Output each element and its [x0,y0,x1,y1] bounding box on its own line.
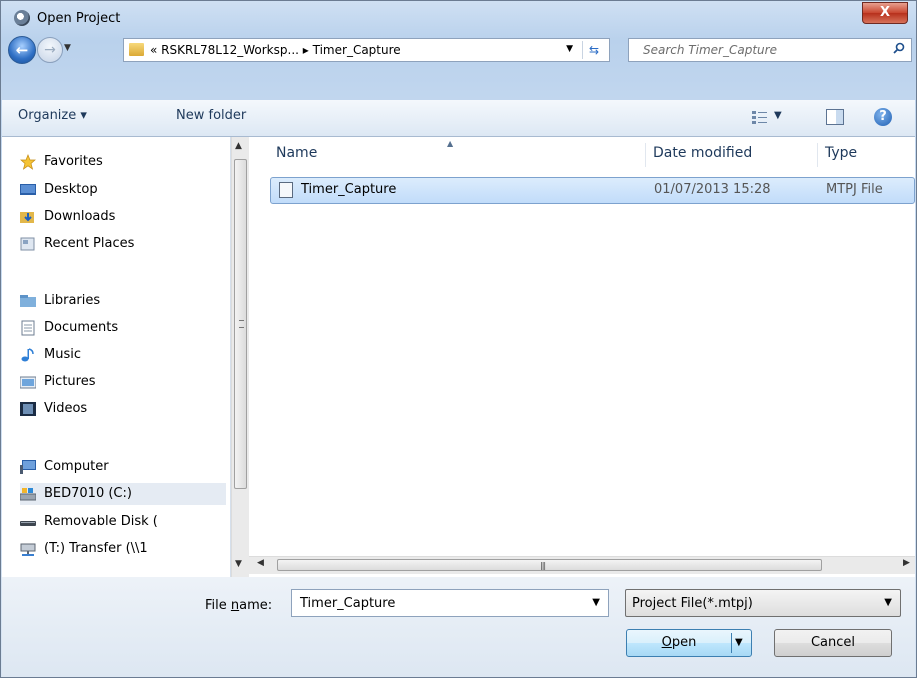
mtpj-file-icon [279,182,293,198]
preview-pane-button[interactable] [826,109,844,128]
nav-vertical-scrollbar[interactable]: ▲ ▼ [231,137,249,577]
nav-pictures-label: Pictures [44,374,96,389]
column-divider[interactable] [645,143,646,167]
nav-removable-disk-label: Removable Disk ( [44,514,158,529]
nav-downloads-label: Downloads [44,209,116,224]
open-project-dialog: Open Project X ← → ▼ « RSKRL78L12_Worksp… [0,0,917,678]
change-view-button[interactable]: ▼ [752,110,782,127]
music-icon [21,348,34,362]
dialog-footer: File name: Timer_Capture ▼ Project File(… [2,577,915,677]
scroll-down-icon[interactable]: ▼ [235,559,242,569]
nav-drive-c[interactable]: BED7010 (C:) [20,483,226,505]
breadcrumb-item-current[interactable]: Timer_Capture [313,43,401,57]
file-name: Timer_Capture [301,182,397,197]
scroll-right-icon[interactable]: ▶ [903,558,910,568]
sort-ascending-icon: ▲ [447,139,454,148]
libraries-icon [20,295,36,307]
star-icon [20,154,36,170]
breadcrumb-overflow[interactable]: « [150,43,157,57]
column-name[interactable]: Name [276,145,317,161]
scroll-left-icon[interactable]: ◀ [257,558,264,568]
downloads-folder-icon [20,212,34,223]
file-scroll-thumb[interactable]: ||| [277,559,822,571]
file-name-value[interactable]: Timer_Capture [300,596,395,611]
organize-menu[interactable]: Organize ▾ [18,108,87,123]
view-icon [752,111,767,124]
desktop-icon [20,184,36,195]
file-horizontal-scrollbar[interactable]: ◀ ||| ▶ [249,556,915,574]
open-button[interactable]: Open ▼ [626,629,752,657]
preview-pane-icon [826,109,844,125]
open-split-divider [731,633,732,653]
refresh-icon[interactable]: ⇆ [582,41,605,59]
nav-documents-label: Documents [44,320,119,335]
nav-music-label: Music [44,347,81,362]
videos-icon [20,402,36,416]
nav-scroll-thumb[interactable] [234,159,247,489]
file-name-label: File name: [205,598,273,613]
content-area: Favorites Desktop Downloads Recent Place… [2,137,915,577]
nav-transfer-drive-label: (T:) Transfer (\\1 [44,541,148,556]
file-name-field[interactable]: Timer_Capture ▼ [291,589,609,617]
address-bar[interactable]: « RSKRL78L12_Worksp... ▸ Timer_Capture ▼… [123,38,610,62]
column-divider[interactable] [817,143,818,167]
scroll-up-icon[interactable]: ▲ [235,141,242,151]
folder-icon [129,43,144,56]
command-bar: Organize ▾ New folder ▼ ? [2,100,915,137]
search-input[interactable]: Search Timer_Capture [643,43,777,57]
cancel-button[interactable]: Cancel [774,629,892,657]
nav-libraries-label: Libraries [44,293,101,308]
file-date-modified: 01/07/2013 15:28 [654,182,771,197]
scroll-grip-icon [239,320,244,328]
address-dropdown-icon[interactable]: ▼ [566,44,573,54]
breadcrumb: « RSKRL78L12_Worksp... ▸ Timer_Capture [150,43,401,57]
view-dropdown-icon: ▼ [774,110,782,121]
open-button-label: Open [661,635,697,650]
recent-places-icon [20,237,35,251]
nav-desktop-label: Desktop [44,182,98,197]
file-type-select[interactable]: Project File(*.mtpj) ▼ [625,589,901,617]
nav-videos-label: Videos [44,401,88,416]
breadcrumb-item-workspace[interactable]: RSKRL78L12_Worksp... [161,43,299,57]
file-type: MTPJ File [826,182,883,197]
app-icon [14,10,30,26]
nav-recent-places-label: Recent Places [44,236,135,251]
file-row[interactable]: Timer_Capture 01/07/2013 15:28 MTPJ File [270,177,915,204]
pictures-icon [20,376,36,389]
breadcrumb-separator-icon[interactable]: ▸ [303,43,309,57]
back-button[interactable]: ← [8,36,36,64]
close-button[interactable]: X [862,2,908,24]
new-folder-button[interactable]: New folder [176,108,246,123]
scroll-grip-icon: ||| [540,561,546,570]
window-title: Open Project [37,11,121,26]
nav-drive-c-label: BED7010 (C:) [44,486,132,501]
removable-disk-icon [20,521,36,526]
search-box[interactable]: Search Timer_Capture [628,38,912,62]
documents-icon [21,320,35,336]
recent-locations-dropdown[interactable]: ▼ [64,43,71,53]
back-arrow-icon: ← [15,41,29,59]
column-date-modified[interactable]: Date modified [653,145,752,161]
nav-favorites-label: Favorites [44,154,103,169]
forward-arrow-icon: → [44,42,56,58]
file-name-dropdown-icon[interactable]: ▼ [592,597,600,608]
drive-c-icon [20,488,36,501]
network-drive-icon [20,543,36,556]
nav-computer-label: Computer [44,459,109,474]
title-bar[interactable]: Open Project X [1,1,916,35]
column-type[interactable]: Type [825,145,857,161]
address-row: ← → ▼ « RSKRL78L12_Worksp... ▸ Timer_Cap… [1,35,916,65]
help-icon[interactable]: ? [874,108,892,126]
file-type-dropdown-icon[interactable]: ▼ [884,597,892,608]
file-list: Name ▲ Date modified Type Timer_Capture … [249,137,915,577]
open-options-dropdown-icon[interactable]: ▼ [735,630,743,656]
file-type-value: Project File(*.mtpj) [632,596,753,611]
forward-button[interactable]: → [37,37,63,63]
close-icon: X [879,5,891,20]
computer-icon [20,460,36,474]
navigation-pane: Favorites Desktop Downloads Recent Place… [2,137,231,577]
search-icon[interactable] [893,42,905,54]
